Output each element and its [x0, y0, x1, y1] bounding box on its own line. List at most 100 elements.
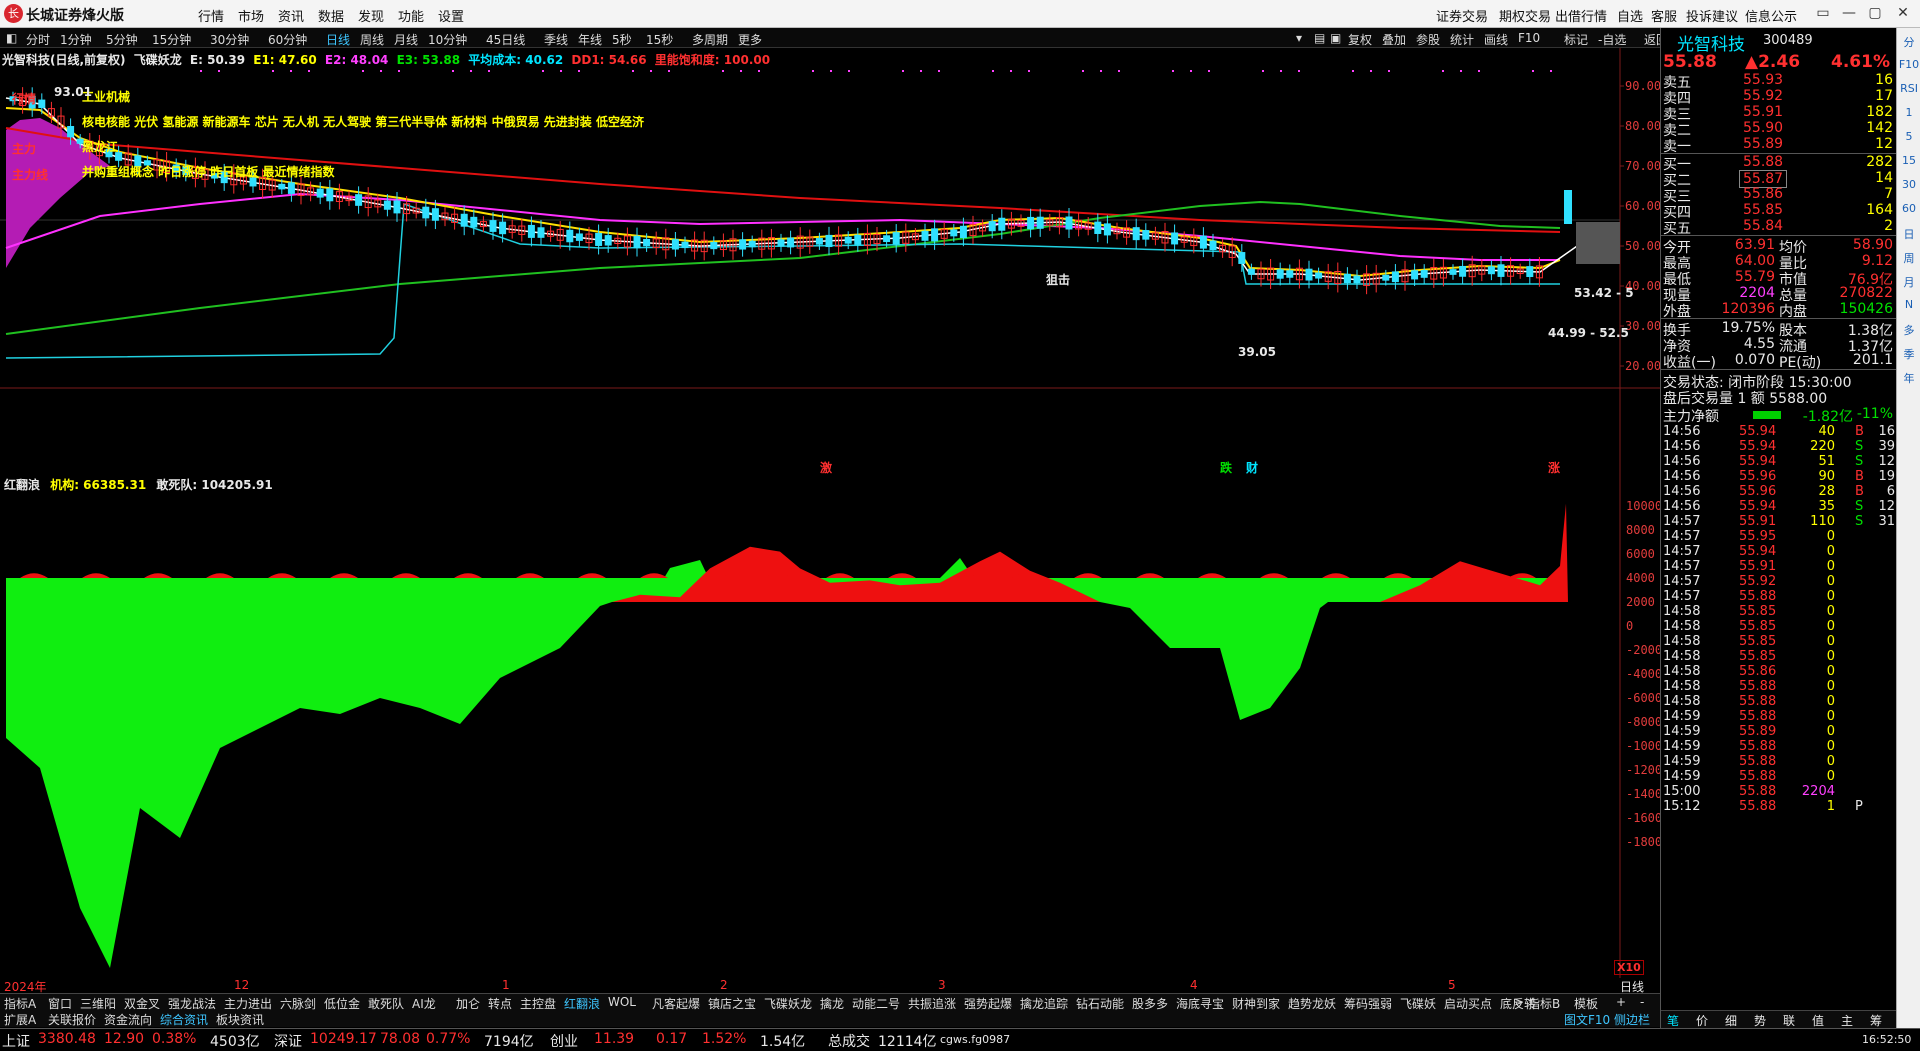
tool-button[interactable]: 标记 — [1564, 31, 1588, 48]
kline-svg[interactable]: 90.0080.0070.0060.0050.0040.0030.0020.00… — [0, 48, 1660, 978]
indicator-tab[interactable]: 财神到家 — [1232, 995, 1280, 1012]
tick-tab[interactable]: 价 — [1696, 1012, 1708, 1029]
sidebar-item[interactable]: 5 — [1897, 130, 1920, 143]
menu-function[interactable]: 功能 — [398, 6, 424, 25]
tool-button[interactable]: 画线 — [1484, 31, 1508, 48]
menu-complaint[interactable]: 投诉建议 — [1686, 6, 1738, 25]
chart-area[interactable]: 90.00 80.00 70.00 60.00 50.00 40.00 30.00 20.00… — [0, 48, 1660, 978]
period-tab[interactable]: 日线 — [326, 31, 350, 48]
sidebar-item[interactable]: 多 — [1897, 322, 1920, 338]
period-tab[interactable]: 15分钟 — [152, 31, 191, 48]
extension-tab[interactable]: 板块资讯 — [216, 1011, 264, 1028]
indicator-tab[interactable]: 转点 — [488, 995, 512, 1012]
indicator-tab[interactable]: WOL — [608, 995, 636, 1009]
extension-tab[interactable]: 综合资讯 — [160, 1011, 208, 1028]
indicator-tab[interactable]: 凡客起爆 — [652, 995, 700, 1012]
sidebar-item[interactable]: 60 — [1897, 202, 1920, 215]
indicator-tab[interactable]: AI龙 — [412, 995, 436, 1012]
tool-button[interactable]: F10 — [1518, 31, 1540, 45]
period-tab[interactable]: 30分钟 — [210, 31, 249, 48]
sz-label[interactable]: 深证 — [274, 1031, 302, 1051]
indicator-tab[interactable]: 三维阳 — [80, 995, 116, 1012]
indicator-tab[interactable]: 动能二号 — [852, 995, 900, 1012]
x10-button[interactable]: X10 — [1614, 960, 1644, 975]
indicator-b-tab[interactable]: 指标B — [1528, 995, 1560, 1012]
indicator-tab[interactable]: 启动买点 — [1444, 995, 1492, 1012]
indicator-tab[interactable]: 擒龙 — [820, 995, 844, 1012]
indicator-tab[interactable]: 共振追涨 — [908, 995, 956, 1012]
period-tab[interactable]: 5秒 — [612, 31, 632, 48]
sidebar-item[interactable]: 季 — [1897, 346, 1920, 362]
indicator-tab[interactable]: 六脉剑 — [280, 995, 316, 1012]
tick-tab[interactable]: 筹 — [1870, 1012, 1882, 1029]
indicator-tab[interactable]: 主控盘 — [520, 995, 556, 1012]
f10-tab[interactable]: 图文F10 — [1564, 1011, 1610, 1028]
period-tab[interactable]: 45日线 — [486, 31, 525, 48]
period-tab[interactable]: 分时 — [26, 31, 50, 48]
period-tab[interactable]: 季线 — [544, 31, 568, 48]
period-tab[interactable]: 更多 — [738, 31, 762, 48]
period-tab[interactable]: 60分钟 — [268, 31, 307, 48]
indicator-tab[interactable]: 钻石动能 — [1076, 995, 1124, 1012]
sidebar-item[interactable]: 日 — [1897, 226, 1920, 242]
period-tab[interactable]: 年线 — [578, 31, 602, 48]
tabs-next-icon[interactable]: > — [1514, 995, 1524, 1009]
period-tab[interactable]: 月线 — [394, 31, 418, 48]
tick-tab[interactable]: 笔 — [1667, 1012, 1679, 1029]
indicator-tab[interactable]: 海底寻宝 — [1176, 995, 1224, 1012]
sidebar-item[interactable]: 分 — [1897, 34, 1920, 50]
indicator-tab[interactable]: 红翻浪 — [564, 995, 600, 1012]
menu-options-trade[interactable]: 期权交易 — [1499, 6, 1551, 25]
sh-label[interactable]: 上证 — [2, 1031, 30, 1051]
menu-service[interactable]: 客服 — [1651, 6, 1677, 25]
sidebar-item[interactable]: 年 — [1897, 370, 1920, 386]
indicator-tab[interactable]: 窗口 — [48, 995, 72, 1012]
period-tab[interactable]: 10分钟 — [428, 31, 467, 48]
sidebar-item[interactable]: 月 — [1897, 274, 1920, 290]
period-tab[interactable]: 周线 — [360, 31, 384, 48]
extension-tab[interactable]: 扩展A — [4, 1011, 36, 1028]
tick-tab[interactable]: 势 — [1754, 1012, 1766, 1029]
extension-tab[interactable]: 资金流向 — [104, 1011, 152, 1028]
close-icon[interactable]: ✕ — [1892, 3, 1914, 23]
tab-plus-icon[interactable]: + — [1616, 995, 1626, 1009]
period-tab[interactable]: 多周期 — [692, 31, 728, 48]
indicator-tab[interactable]: 加仑 — [456, 995, 480, 1012]
indicator-tab[interactable]: 主力进出 — [224, 995, 272, 1012]
tick-tab[interactable]: 值 — [1812, 1012, 1824, 1029]
indicator-tab[interactable]: 飞碟妖 — [1400, 995, 1436, 1012]
tool-button[interactable]: 统计 — [1450, 31, 1474, 48]
indicator-tab[interactable]: 飞碟妖龙 — [764, 995, 812, 1012]
period-tab[interactable]: 1分钟 — [60, 31, 92, 48]
extension-tab[interactable]: 关联报价 — [48, 1011, 96, 1028]
tool-button[interactable]: -自选 — [1598, 31, 1626, 48]
indicator-tab[interactable]: 强势起爆 — [964, 995, 1012, 1012]
period-tab[interactable]: 5分钟 — [106, 31, 138, 48]
tab-minus-icon[interactable]: - — [1640, 995, 1644, 1009]
panel-icon[interactable]: ▤ — [1314, 31, 1325, 45]
menu-data[interactable]: 数据 — [318, 6, 344, 25]
restore-small-icon[interactable]: ▭ — [1812, 3, 1834, 23]
indicator-tab[interactable]: 敢死队 — [368, 995, 404, 1012]
tool-button[interactable]: 叠加 — [1382, 31, 1406, 48]
menu-discover[interactable]: 发现 — [358, 6, 384, 25]
sidebar-item[interactable]: F10 — [1897, 58, 1920, 71]
indicator-tab[interactable]: 擒龙追踪 — [1020, 995, 1068, 1012]
indicator-tab[interactable]: 镇店之宝 — [708, 995, 756, 1012]
menu-securities-trade[interactable]: 证券交易 — [1436, 6, 1488, 25]
settings-small-icon[interactable]: ▣ — [1330, 31, 1341, 45]
indicator-tab[interactable]: 强龙战法 — [168, 995, 216, 1012]
indicator-tab[interactable]: 指标A — [4, 995, 36, 1012]
indicator-tab[interactable]: 低位金 — [324, 995, 360, 1012]
sidebar-item[interactable]: 1 — [1897, 106, 1920, 119]
template-tab[interactable]: 模板 — [1574, 995, 1598, 1012]
tick-tab[interactable]: 主 — [1841, 1012, 1853, 1029]
sidebar-item[interactable]: 30 — [1897, 178, 1920, 191]
tool-button[interactable]: 参股 — [1416, 31, 1440, 48]
minimize-icon[interactable]: — — [1838, 3, 1860, 23]
sidebar-item[interactable]: 15 — [1897, 154, 1920, 167]
toolbar-collapse-icon[interactable]: ◧ — [6, 31, 17, 45]
cy-label[interactable]: 创业 — [550, 1031, 578, 1051]
tick-tab[interactable]: 细 — [1725, 1012, 1737, 1029]
menu-settings[interactable]: 设置 — [438, 6, 464, 25]
